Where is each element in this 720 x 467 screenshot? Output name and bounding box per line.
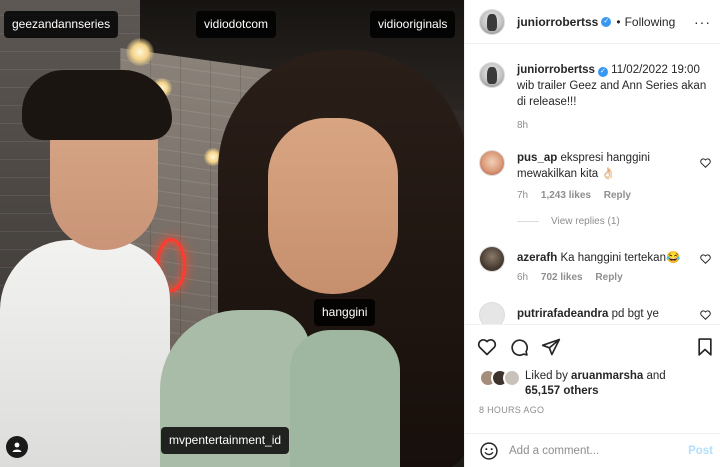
header-username[interactable]: juniorrobertss: [517, 15, 598, 29]
reply-button[interactable]: Reply: [604, 190, 631, 201]
caption: juniorrobertss ✓ 11/02/2022 19:00 wib tra…: [479, 62, 711, 142]
heart-icon[interactable]: [700, 310, 711, 320]
liked-prefix: Liked by: [525, 370, 568, 382]
photo-tag-vidiodotcom[interactable]: vidiodotcom: [196, 11, 277, 38]
comment-time: 7h: [517, 190, 529, 201]
liked-by-text: Liked by aruanmarsha and 65,157 others: [525, 369, 666, 399]
comment-text-block: pus_ap ekspresi hanggini mewakilkan kita…: [517, 150, 707, 182]
comment-username[interactable]: azerafh: [517, 252, 557, 264]
comment-text-block: azerafh Ka hanggini tertekan😂: [517, 250, 707, 266]
separator-dot: •: [616, 14, 621, 29]
caption-username[interactable]: juniorrobertss: [517, 64, 595, 76]
share-icon[interactable]: [541, 337, 561, 357]
liked-others[interactable]: 65,157 others: [525, 385, 599, 397]
comment: azerafh Ka hanggini tertekan😂 6h 702 lik…: [479, 246, 711, 290]
person-boy-shirt: [0, 240, 170, 467]
liked-by: Liked by aruanmarsha and 65,157 others: [479, 369, 666, 399]
post-header: juniorrobertss ✓ • Following ···: [465, 0, 720, 44]
avatar[interactable]: [479, 302, 505, 324]
post-photo[interactable]: geezandannseries vidiodotcom vidioorigin…: [0, 0, 464, 467]
comment-meta: 6h 702 likes Reply: [517, 272, 633, 283]
person-girl-face: [268, 118, 398, 294]
post-timestamp: 8 HOURS AGO: [479, 405, 545, 415]
person-boy-hair: [22, 70, 172, 140]
comment-input[interactable]: [509, 445, 679, 457]
liked-user[interactable]: aruanmarsha: [571, 370, 643, 382]
photo-tag-mvpentertainment[interactable]: mvpentertainment_id: [161, 427, 290, 454]
caption-text-block: juniorrobertss ✓ 11/02/2022 19:00 wib tra…: [517, 62, 707, 110]
comment-time: 6h: [517, 272, 529, 283]
more-icon[interactable]: ···: [694, 14, 711, 30]
avatar[interactable]: [479, 246, 505, 272]
comment-likes[interactable]: 702 likes: [541, 272, 583, 283]
photo-tag-vidiooriginals[interactable]: vidiooriginals: [370, 11, 456, 38]
heart-icon[interactable]: [477, 337, 497, 357]
add-comment-bar: Post: [465, 433, 720, 467]
ceiling-lamp: [126, 38, 154, 66]
following-button[interactable]: Following: [625, 15, 676, 29]
heart-icon[interactable]: [700, 254, 711, 264]
reply-button[interactable]: Reply: [595, 272, 622, 283]
tagged-users-button[interactable]: [6, 436, 28, 458]
liked-avatars: [479, 369, 521, 387]
comment: putrirafadeandra pd bgt ye: [479, 302, 711, 324]
avatar[interactable]: [479, 62, 505, 88]
caption-meta: 8h: [517, 120, 538, 131]
emoji-icon[interactable]: [479, 441, 499, 461]
comment-username[interactable]: putrirafadeandra: [517, 308, 608, 320]
photo-tag-hanggini[interactable]: hanggini: [314, 299, 376, 326]
post-side-panel: juniorrobertss ✓ • Following ··· juniorr…: [464, 0, 720, 467]
bookmark-icon[interactable]: [695, 337, 715, 357]
comment-text: pd bgt ye: [611, 308, 659, 320]
person-girl-shirt: [290, 330, 400, 467]
post-button[interactable]: Post: [688, 445, 713, 457]
comment-text-block: putrirafadeandra pd bgt ye: [517, 306, 707, 322]
comment-username[interactable]: pus_ap: [517, 152, 557, 164]
comment-likes[interactable]: 1,243 likes: [541, 190, 591, 201]
comments-list[interactable]: juniorrobertss ✓ 11/02/2022 19:00 wib tra…: [465, 44, 720, 324]
comment-icon[interactable]: [509, 337, 529, 357]
verified-icon: ✓: [597, 67, 608, 77]
avatar[interactable]: [479, 150, 505, 176]
view-replies-button[interactable]: View replies (1): [517, 216, 620, 227]
liked-and: and: [646, 370, 666, 382]
verified-icon: ✓: [601, 16, 612, 27]
heart-icon[interactable]: [700, 158, 711, 168]
caption-time: 8h: [517, 120, 529, 131]
person-icon: [12, 442, 22, 452]
post-actions: Liked by aruanmarsha and 65,157 others 8…: [465, 324, 720, 467]
comment-text: Ka hanggini tertekan😂: [560, 252, 681, 264]
comment-meta: 7h 1,243 likes Reply: [517, 190, 641, 201]
avatar[interactable]: [479, 8, 505, 35]
photo-tag-geezandannseries[interactable]: geezandannseries: [4, 11, 119, 38]
avatar[interactable]: [503, 369, 521, 387]
